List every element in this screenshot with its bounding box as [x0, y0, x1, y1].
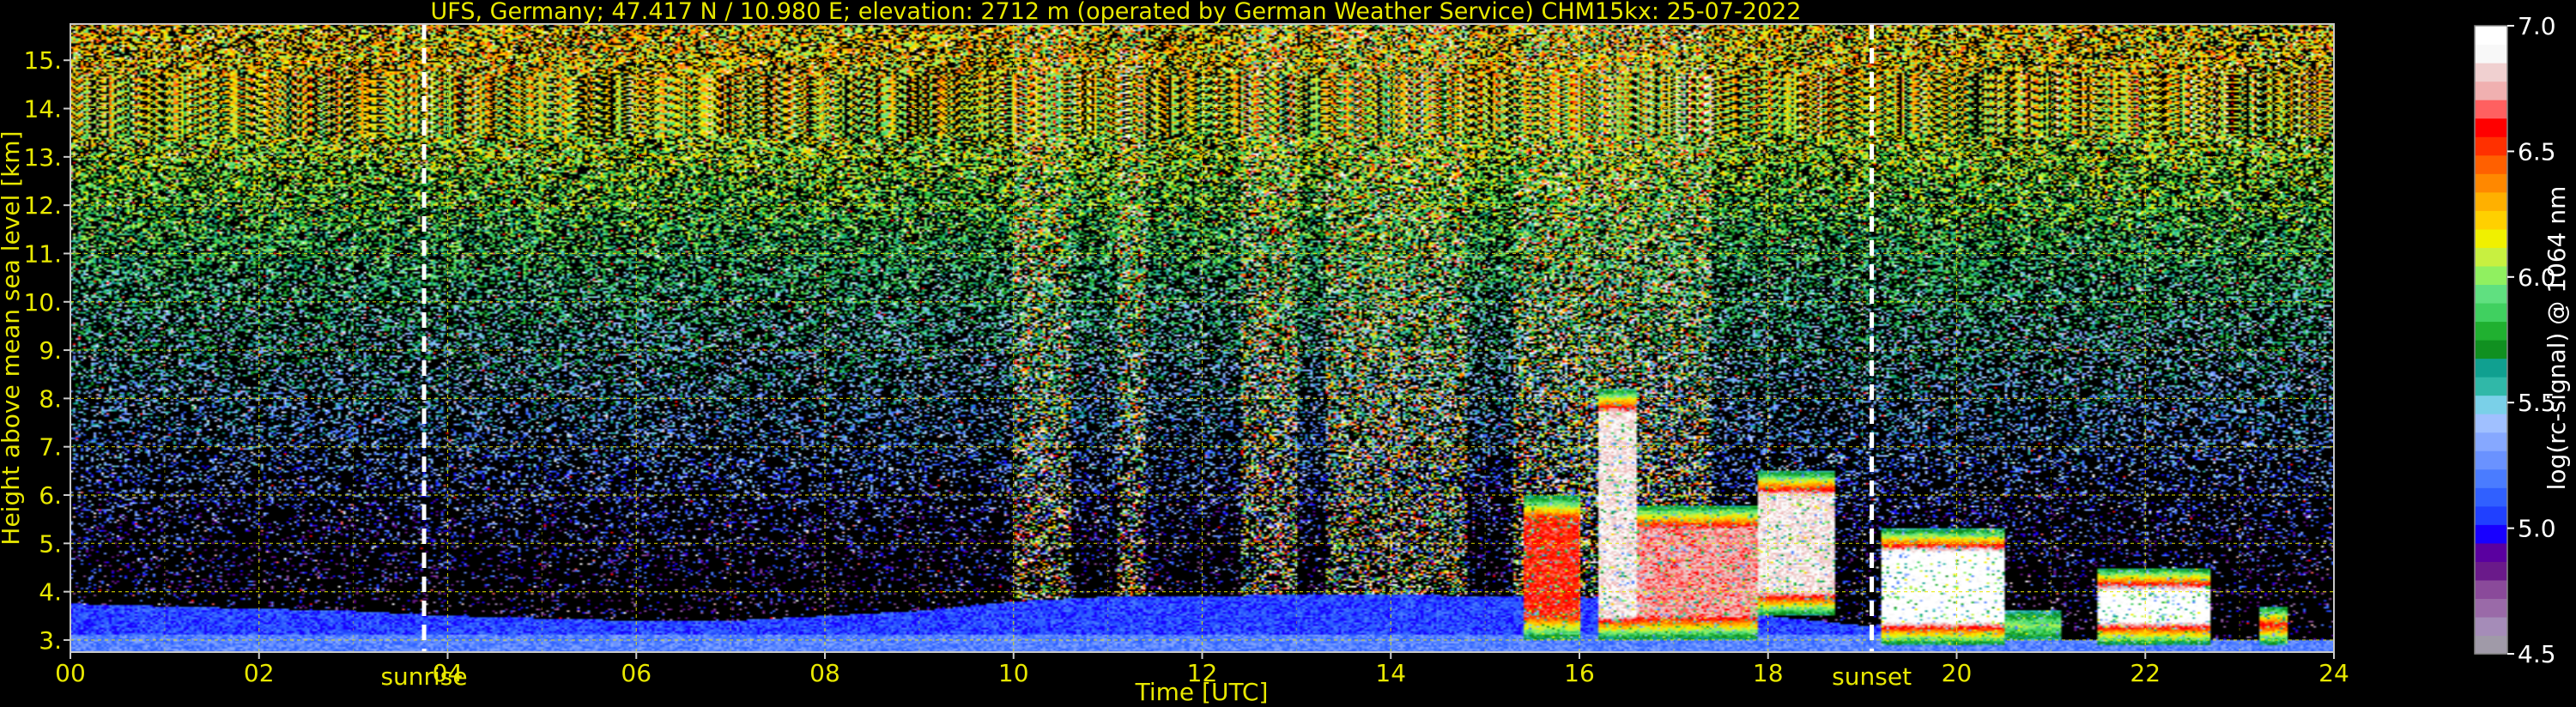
colorbar-block — [2475, 118, 2507, 137]
x-tick-label: 06 — [621, 659, 652, 687]
colorbar-block — [2475, 505, 2507, 525]
colorbar-block — [2475, 284, 2507, 304]
x-tick-label: 24 — [2318, 659, 2349, 687]
colorbar-tick-label: 5.0 — [2518, 515, 2556, 543]
colorbar-block — [2475, 542, 2507, 562]
colorbar-block — [2475, 579, 2507, 600]
y-tick-label: 3. — [39, 626, 62, 655]
colorbar-block — [2475, 173, 2507, 193]
colorbar: 4.55.05.56.06.57.0 log(rc-signal) @ 1064… — [2474, 12, 2571, 668]
colorbar-tick-label: 4.5 — [2518, 640, 2556, 668]
colorbar-block — [2475, 561, 2507, 581]
y-axis-label: Height above mean sea level [km] — [0, 130, 25, 545]
y-tick-label: 8. — [39, 384, 62, 413]
colorbar-label: log(rc-signal) @ 1064 nm — [2543, 186, 2571, 491]
colorbar-block — [2475, 487, 2507, 507]
y-tick-label: 13. — [23, 143, 62, 172]
colorbar-block — [2475, 432, 2507, 451]
colorbar-blocks — [2475, 26, 2507, 655]
colorbar-block — [2475, 265, 2507, 286]
chart-title: UFS, Germany; 47.417 N / 10.980 E; eleva… — [431, 0, 1802, 25]
y-tick-label: 11. — [23, 239, 62, 268]
x-tick-label: 00 — [55, 659, 86, 687]
colorbar-block — [2475, 100, 2507, 119]
x-tick-label: 18 — [1753, 659, 1784, 687]
y-tick-label: 10. — [23, 288, 62, 317]
x-tick-label: 10 — [998, 659, 1029, 687]
colorbar-block — [2475, 616, 2507, 637]
colorbar-block — [2475, 340, 2507, 360]
backscatter-heatmap — [70, 24, 2334, 652]
colorbar-block — [2475, 154, 2507, 174]
x-tick-label: 16 — [1564, 659, 1595, 687]
colorbar-block — [2475, 395, 2507, 414]
colorbar-block — [2475, 44, 2507, 63]
y-tick-label: 6. — [39, 481, 62, 510]
y-tick-label: 14. — [23, 95, 62, 124]
x-tick-label: 02 — [244, 659, 275, 687]
colorbar-block — [2475, 302, 2507, 323]
colorbar-block — [2475, 377, 2507, 396]
colorbar-block — [2475, 414, 2507, 433]
colorbar-block — [2475, 191, 2507, 211]
y-axis: 3. 4. 5. 6. 7. 8. 9. 10. 11. 12. 13. 14. 15. — [23, 46, 70, 655]
y-tick-label: 9. — [39, 336, 62, 365]
colorbar-tick-label: 6.5 — [2518, 137, 2556, 166]
colorbar-block — [2475, 524, 2507, 544]
colorbar-block — [2475, 321, 2507, 341]
colorbar-block — [2475, 26, 2507, 45]
x-axis-label: Time [UTC] — [1135, 678, 1269, 706]
colorbar-block — [2475, 598, 2507, 618]
x-tick-label: 14 — [1375, 659, 1406, 687]
plot-area — [70, 23, 2335, 653]
colorbar-block — [2475, 136, 2507, 156]
y-tick-label: 4. — [39, 578, 62, 607]
x-tick-label: 20 — [1942, 659, 1973, 687]
y-tick-label: 7. — [39, 433, 62, 462]
colorbar-block — [2475, 358, 2507, 378]
colorbar-block — [2475, 81, 2507, 100]
colorbar-block — [2475, 247, 2507, 267]
colorbar-block — [2475, 635, 2507, 655]
x-tick-label: 22 — [2130, 659, 2161, 687]
x-tick-label: 08 — [809, 659, 840, 687]
y-tick-label: 15. — [23, 46, 62, 75]
colorbar-block — [2475, 468, 2507, 488]
sun-label: sunrise — [380, 662, 467, 691]
colorbar-block — [2475, 210, 2507, 230]
y-tick-label: 12. — [23, 191, 62, 220]
colorbar-block — [2475, 228, 2507, 248]
colorbar-tick-label: 7.0 — [2518, 12, 2556, 40]
sun-label: sunset — [1832, 662, 1912, 691]
colorbar-block — [2475, 450, 2507, 470]
y-tick-label: 5. — [39, 529, 62, 558]
ceilometer-chart: UFS, Germany; 47.417 N / 10.980 E; eleva… — [0, 0, 2571, 706]
colorbar-block — [2475, 63, 2507, 82]
